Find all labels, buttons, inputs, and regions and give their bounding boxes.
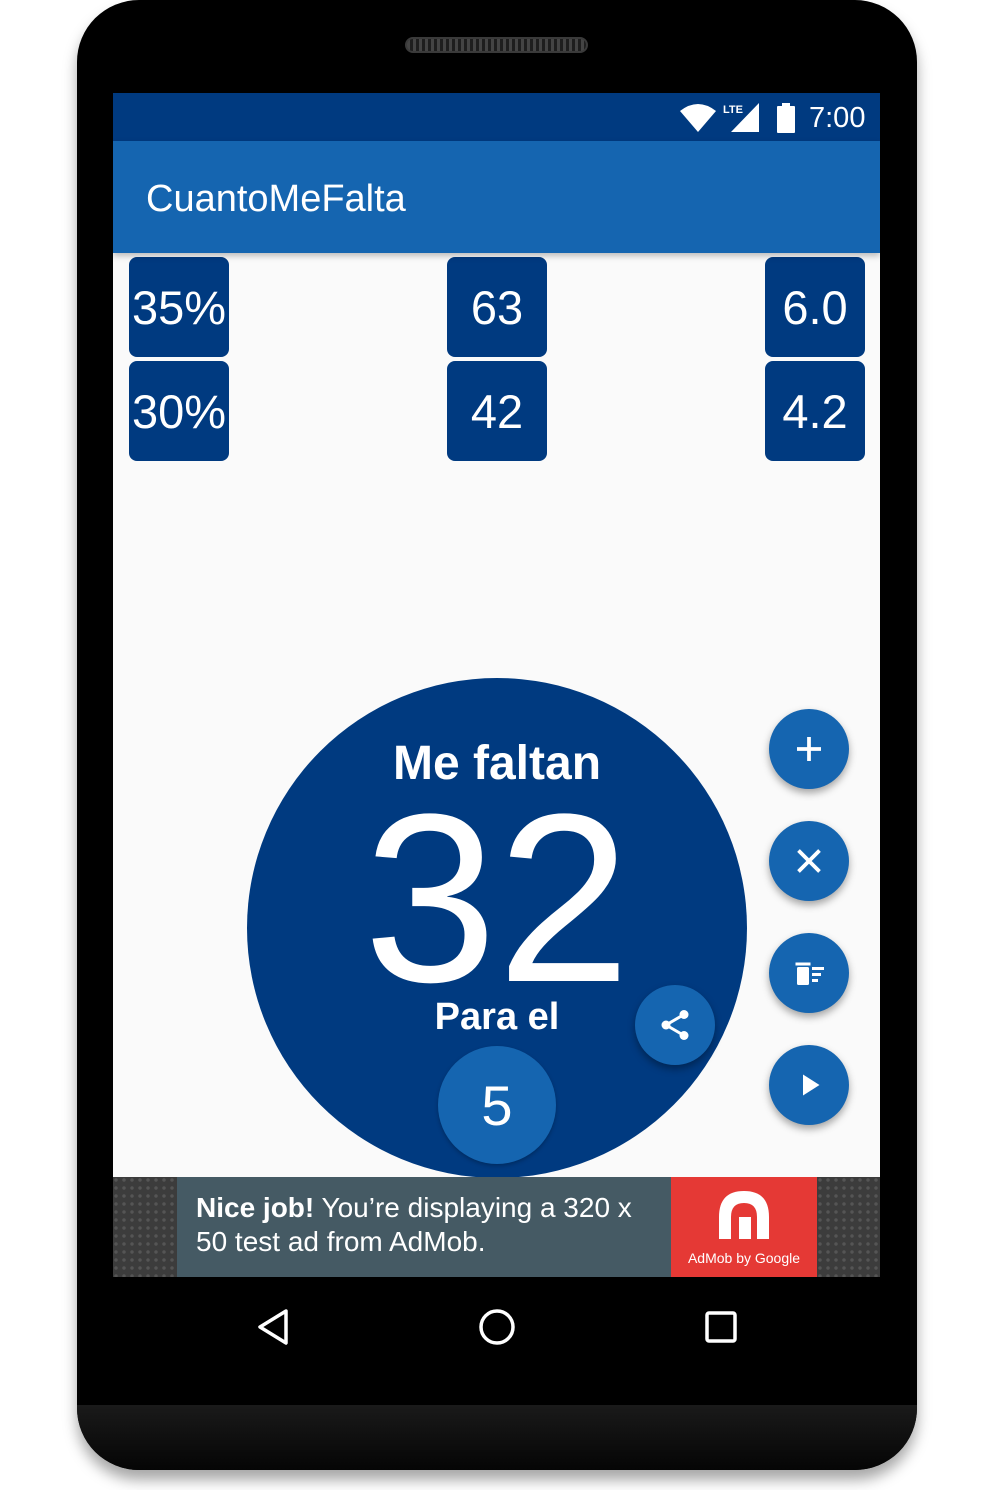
navigation-bar (77, 1277, 917, 1377)
ad-banner[interactable]: Nice job! You’re displaying a 320 x 50 t… (113, 1177, 880, 1277)
lte-label: LTE (723, 104, 743, 116)
admob-logo[interactable]: AdMob by Google (671, 1177, 817, 1277)
play-icon (803, 1074, 820, 1096)
stat-grade-1[interactable]: 6.0 (765, 257, 865, 357)
plus-icon (797, 737, 821, 761)
screen: LTE 7:00 CuantoMeFalta 35% 63 6.0 30% 42… (113, 93, 880, 1277)
recents-icon[interactable] (699, 1305, 743, 1349)
home-icon[interactable] (475, 1305, 519, 1349)
target-grade-button[interactable]: 5 (438, 1046, 556, 1164)
ad-panel[interactable]: Nice job! You’re displaying a 320 x 50 t… (177, 1177, 671, 1277)
stat-percent-2[interactable]: 30% (129, 361, 229, 461)
earpiece-speaker (405, 37, 588, 53)
stat-percent-1[interactable]: 35% (129, 257, 229, 357)
status-bar: LTE 7:00 (113, 93, 880, 141)
remove-button[interactable] (769, 821, 849, 901)
stat-count-2[interactable]: 42 (447, 361, 547, 461)
phone-chin (77, 1405, 917, 1470)
ad-text: Nice job! You’re displaying a 320 x 50 t… (196, 1191, 666, 1259)
app-title: CuantoMeFalta (146, 178, 406, 220)
clear-all-icon (795, 962, 824, 985)
lte-signal-icon: LTE (723, 103, 759, 132)
back-icon[interactable] (252, 1305, 296, 1349)
status-clock: 7:00 (809, 102, 866, 134)
clear-all-button[interactable] (769, 933, 849, 1013)
admob-logo-icon (719, 1191, 769, 1239)
add-button[interactable] (769, 709, 849, 789)
admob-caption: AdMob by Google (687, 1250, 801, 1266)
ad-text-bold: Nice job! (196, 1192, 315, 1223)
stat-count-1[interactable]: 63 (447, 257, 547, 357)
wifi-icon (680, 104, 716, 132)
battery-icon (777, 103, 795, 133)
stat-grade-2[interactable]: 4.2 (765, 361, 865, 461)
share-button[interactable] (635, 985, 715, 1065)
share-icon (661, 1010, 689, 1040)
result-circle: Me faltan 32 Para el 5 (247, 678, 747, 1178)
play-button[interactable] (769, 1045, 849, 1125)
close-icon (797, 849, 821, 873)
app-bar: CuantoMeFalta (113, 141, 880, 253)
